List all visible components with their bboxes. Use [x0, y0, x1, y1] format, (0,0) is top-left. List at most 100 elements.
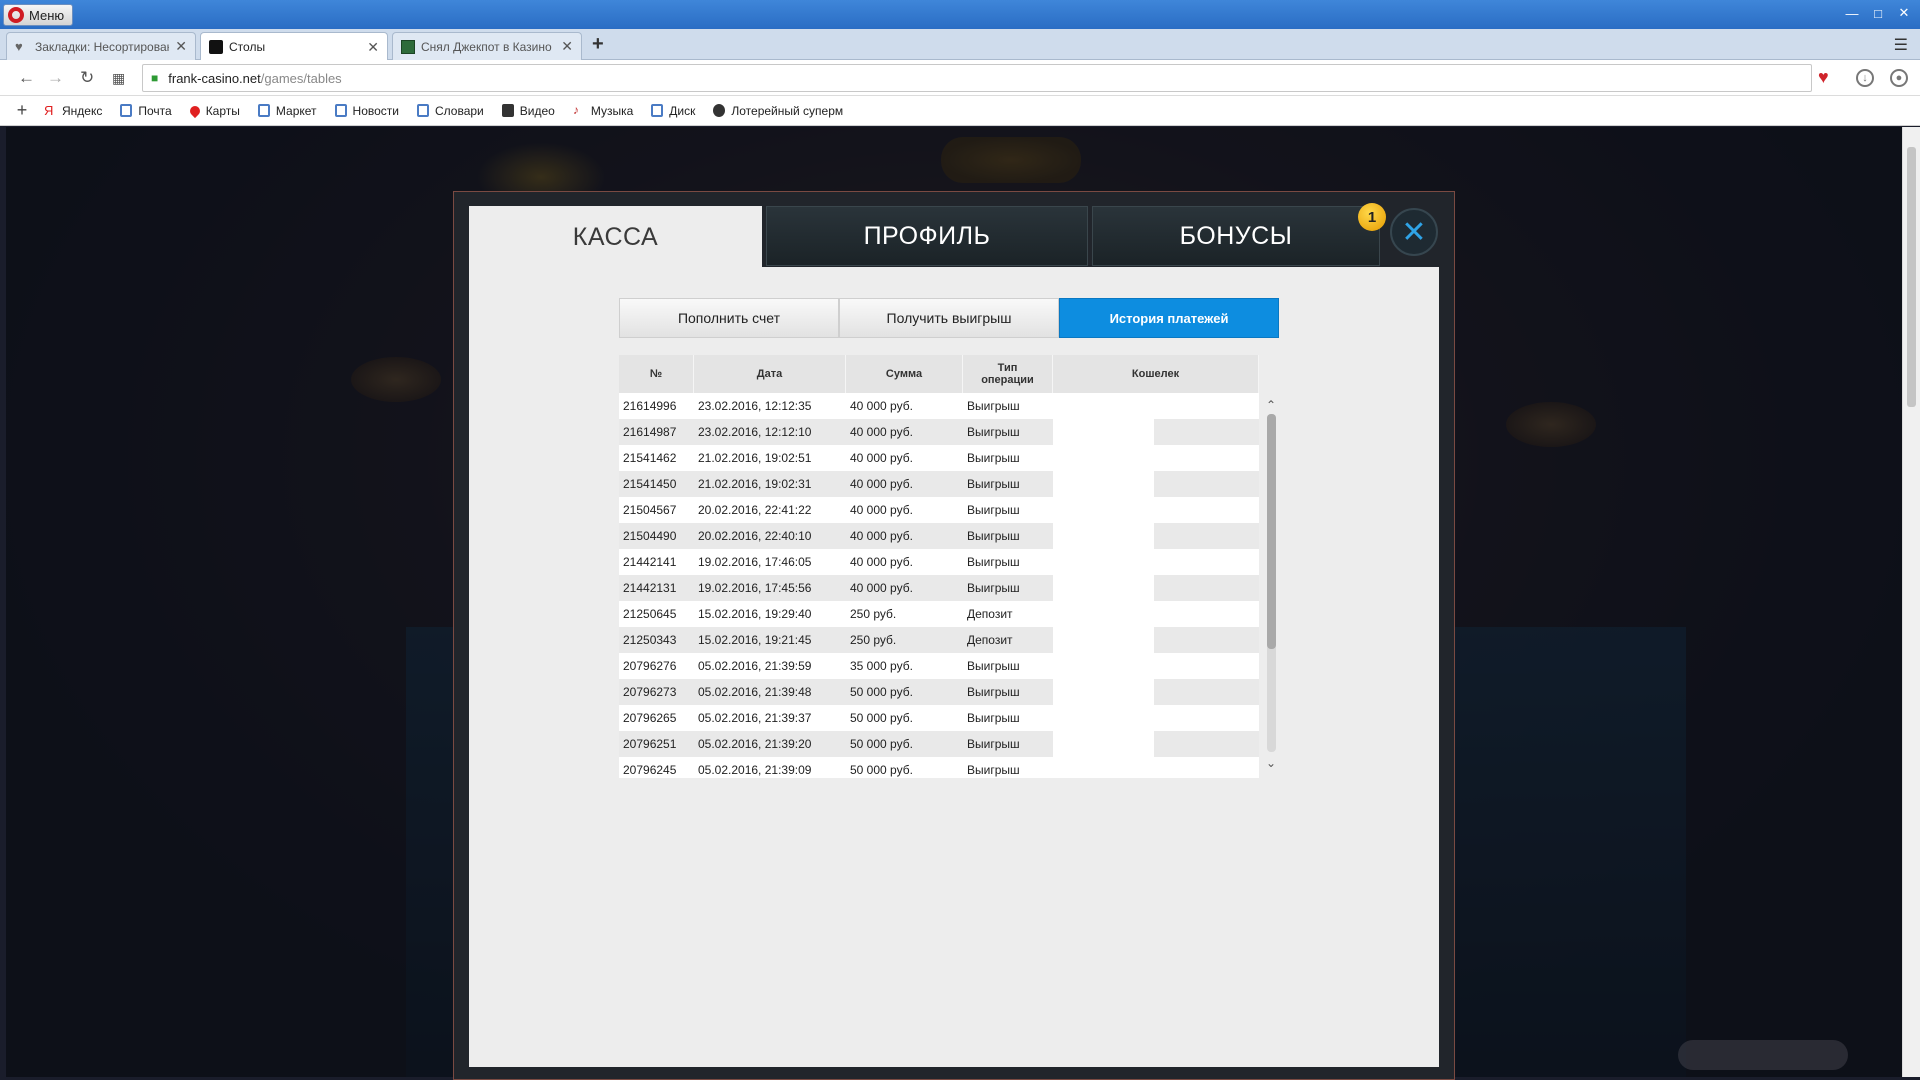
table-row: 21250343 15.02.2016, 19:21:45 250 руб. Депо… [619, 627, 1259, 653]
tab-bonuses[interactable]: БОНУСЫ [1092, 206, 1380, 266]
cell-wallet [1053, 627, 1259, 653]
cell-number: 20796276 [623, 659, 677, 673]
cell-amount: 35 000 руб. [850, 659, 913, 673]
account-icon[interactable]: ● [1890, 69, 1908, 87]
cell-type: Выигрыш [967, 529, 1020, 543]
download-icon[interactable]: ↓ [1856, 69, 1874, 87]
bookmark-disk[interactable]: Диск [651, 104, 695, 118]
forward-arrow-icon[interactable]: → [47, 68, 64, 88]
lock-icon: ■ [151, 71, 159, 85]
cell-date: 21.02.2016, 19:02:51 [698, 451, 812, 465]
cell-wallet [1053, 731, 1259, 757]
tab-profile[interactable]: ПРОФИЛЬ [766, 206, 1088, 266]
table-row: 20796276 05.02.2016, 21:39:59 35 000 руб. В… [619, 653, 1259, 679]
window-controls: — □ ✕ [1840, 4, 1916, 22]
close-modal-button[interactable]: ✕ [1390, 208, 1438, 256]
cell-wallet [1053, 393, 1259, 419]
page-scrollbar[interactable] [1902, 127, 1920, 1077]
minimize-icon[interactable]: — [1840, 4, 1864, 22]
bookmark-mail[interactable]: Почта [120, 104, 172, 118]
column-header-amount: Сумма [846, 355, 963, 393]
page-scrollbar-thumb[interactable] [1907, 147, 1916, 407]
cell-date: 21.02.2016, 19:02:31 [698, 477, 812, 491]
tab-menu-icon[interactable]: ☰ [1894, 35, 1908, 55]
table-row: 20796273 05.02.2016, 21:39:48 50 000 руб. В… [619, 679, 1259, 705]
url-input[interactable]: ■ frank-casino.net /games/tables [142, 64, 1812, 92]
menu-label: Меню [29, 7, 65, 23]
table-row: 21504567 20.02.2016, 22:41:22 40 000 руб. В… [619, 497, 1259, 523]
history-table-body[interactable]: 21614996 23.02.2016, 12:12:35 40 000 руб. В… [619, 393, 1259, 778]
music-note-icon: ♪ [572, 103, 579, 117]
tab-title: Столы [229, 40, 266, 54]
table-scrollbar-track[interactable] [1267, 414, 1276, 752]
tab-cashier[interactable]: КАССА [469, 206, 762, 268]
tab-title: Снял Джекпот в Казино Ф [421, 39, 556, 54]
cell-amount: 40 000 руб. [850, 477, 913, 491]
browser-tab-jackpot[interactable]: Снял Джекпот в Казино Ф ✕ [392, 32, 582, 60]
cell-number: 20796251 [623, 737, 677, 751]
add-bookmark-plus-icon[interactable]: + [0, 100, 44, 121]
back-arrow-icon[interactable]: ← [18, 68, 35, 88]
wallet-block [1053, 575, 1154, 601]
history-table-header: № Дата Сумма Тип операции Кошелек [619, 355, 1259, 393]
browser-tab-tables[interactable]: Столы ✕ [200, 32, 388, 61]
cell-date: 05.02.2016, 21:39:59 [698, 659, 812, 673]
reload-icon[interactable]: ↻ [80, 68, 94, 88]
close-window-icon[interactable]: ✕ [1892, 4, 1916, 22]
cell-number: 20796245 [623, 763, 677, 777]
subtab-withdraw[interactable]: Получить выигрыш [839, 298, 1059, 338]
bookmark-label: Музыка [590, 103, 634, 118]
cell-date: 05.02.2016, 21:39:09 [698, 763, 812, 777]
bookmark-news[interactable]: Новости [334, 104, 399, 118]
wallet-block [1154, 601, 1256, 627]
subtab-payment-history[interactable]: История платежей [1059, 298, 1279, 338]
cell-date: 20.02.2016, 22:41:22 [698, 503, 812, 517]
bookmark-lottery[interactable]: Лотерейный суперм [713, 104, 843, 118]
speed-dial-grid-icon[interactable]: ▦ [112, 70, 125, 87]
bookmark-label: Лотерейный суперм [731, 103, 844, 118]
bookmark-music[interactable]: ♪ Музыка [573, 104, 633, 118]
wallet-block [1154, 497, 1256, 523]
opera-menu-button[interactable]: Меню [3, 4, 73, 26]
cell-wallet [1053, 757, 1259, 778]
bookmark-label: Словари [434, 103, 484, 118]
table-scrollbar[interactable]: ⌃ ⌄ [1264, 398, 1278, 770]
cell-number: 21614996 [623, 399, 677, 413]
cell-number: 21541450 [623, 477, 677, 491]
cell-wallet [1053, 523, 1259, 549]
scroll-down-chevron-icon[interactable]: ⌄ [1264, 756, 1278, 770]
cell-date: 23.02.2016, 12:12:35 [698, 399, 812, 413]
bookmark-yandex[interactable]: Я Яндекс [44, 104, 102, 118]
cell-wallet [1053, 653, 1259, 679]
url-domain: frank-casino.net [168, 70, 261, 86]
table-scrollbar-thumb[interactable] [1267, 414, 1276, 649]
browser-tab-bookmarks[interactable]: ♥ Закладки: Несортированные ✕ [6, 32, 196, 60]
bookmark-market[interactable]: Маркет [257, 104, 317, 118]
maximize-icon[interactable]: □ [1866, 4, 1890, 22]
tab-close-icon[interactable]: ✕ [367, 39, 379, 56]
tab-close-icon[interactable]: ✕ [561, 38, 573, 55]
cell-amount: 40 000 руб. [850, 451, 913, 465]
column-header-date: Дата [694, 355, 846, 393]
cell-date: 05.02.2016, 21:39:48 [698, 685, 812, 699]
table-row: 21614987 23.02.2016, 12:12:10 40 000 руб. В… [619, 419, 1259, 445]
new-tab-plus-icon[interactable]: + [592, 33, 604, 56]
table-row: 20796245 05.02.2016, 21:39:09 50 000 руб. В… [619, 757, 1259, 778]
bookmark-video[interactable]: Видео [501, 104, 555, 118]
tab-close-icon[interactable]: ✕ [175, 38, 187, 55]
bookmark-maps[interactable]: Карты [187, 103, 240, 118]
scroll-up-chevron-icon[interactable]: ⌃ [1264, 398, 1278, 412]
bookmark-dictionaries[interactable]: Словари [416, 103, 484, 118]
wallet-block [1154, 393, 1256, 419]
cell-amount: 50 000 руб. [850, 711, 913, 725]
video-play-icon [501, 104, 514, 117]
cell-wallet [1053, 419, 1259, 445]
cell-type: Выигрыш [967, 711, 1020, 725]
mail-icon [120, 104, 133, 117]
heart-bookmark-icon[interactable]: ♥ [1818, 67, 1829, 88]
bookmark-label: Яндекс [62, 103, 103, 118]
subtab-deposit[interactable]: Пополнить счет [619, 298, 839, 338]
wallet-block [1154, 471, 1256, 497]
table-row: 21442131 19.02.2016, 17:45:56 40 000 руб. В… [619, 575, 1259, 601]
cell-amount: 50 000 руб. [850, 685, 913, 699]
